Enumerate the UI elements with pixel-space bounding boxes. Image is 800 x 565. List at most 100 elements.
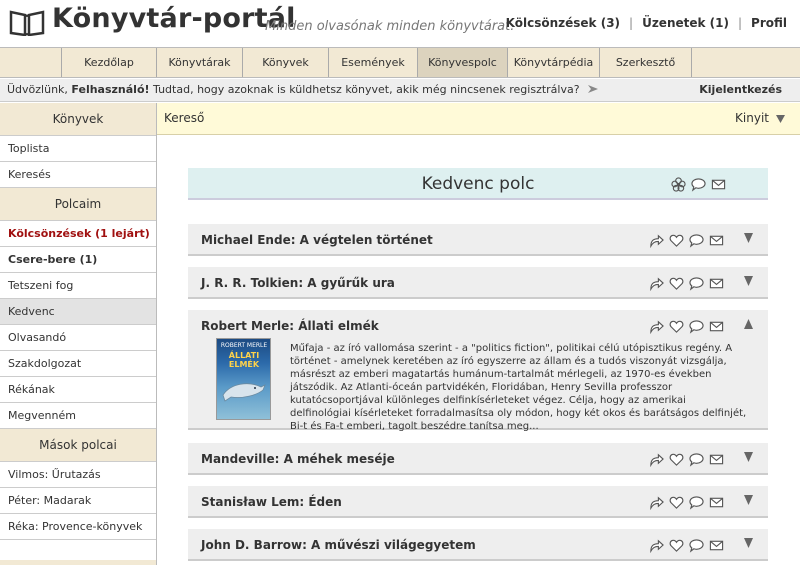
- search-expand-toggle[interactable]: Kinyit: [735, 111, 786, 125]
- sidebar-item-to-read[interactable]: Olvasandó: [0, 325, 156, 351]
- envelope-icon[interactable]: [709, 538, 724, 553]
- sidebar-item-toplist[interactable]: Toplista: [0, 136, 156, 162]
- sidebar-heading-others-shelves: Mások polcai: [0, 429, 156, 462]
- sidebar-item-swap[interactable]: Csere-bere (1): [0, 247, 156, 273]
- speech-bubble-icon[interactable]: [691, 177, 706, 192]
- heart-icon[interactable]: [669, 319, 684, 334]
- book-row[interactable]: Michael Ende: A végtelen történet: [188, 224, 768, 256]
- open-book-icon[interactable]: [9, 9, 45, 36]
- sidebar-item-would-buy[interactable]: Megvenném: [0, 403, 156, 429]
- share-arrow-icon[interactable]: [649, 319, 664, 334]
- book-actions: [649, 276, 724, 291]
- flower-icon[interactable]: [671, 177, 686, 192]
- triangle-down-icon[interactable]: [743, 493, 754, 506]
- triangle-down-icon[interactable]: [743, 274, 754, 287]
- greeting-text: Üdvözlünk,: [7, 83, 68, 96]
- speech-bubble-icon[interactable]: [689, 495, 704, 510]
- book-row[interactable]: John D. Barrow: A művészi világegyetem: [188, 529, 768, 561]
- speech-bubble-icon[interactable]: [689, 233, 704, 248]
- book-cover[interactable]: ROBERT MERLE ÁLLATI ELMÉK: [216, 338, 271, 420]
- logout-link[interactable]: Kijelentkezés: [699, 83, 782, 96]
- tab-home[interactable]: Kezdőlap: [61, 48, 157, 77]
- site-header: Könyvtár-portál Minden olvasónak minden …: [0, 0, 800, 46]
- share-arrow-icon[interactable]: [649, 276, 664, 291]
- sidebar-item-thesis[interactable]: Szakdolgozat: [0, 351, 156, 377]
- speech-bubble-icon[interactable]: [689, 276, 704, 291]
- heart-icon[interactable]: [669, 233, 684, 248]
- triangle-up-icon[interactable]: [743, 317, 754, 330]
- cover-author: ROBERT MERLE: [220, 342, 268, 349]
- sidebar-item-for-reka[interactable]: Rékának: [0, 377, 156, 403]
- sidebar-item-search[interactable]: Keresés: [0, 162, 156, 188]
- sidebar-item-favorite[interactable]: Kedvenc: [0, 299, 156, 325]
- shelf-header: Kedvenc polc: [188, 168, 768, 200]
- tab-editor[interactable]: Szerkesztő: [600, 48, 692, 77]
- sidebar-item-loans[interactable]: Kölcsönzések (1 lejárt): [0, 221, 156, 247]
- welcome-message: Üdvözlünk, Felhasználó! Tudtad, hogy azo…: [7, 83, 599, 96]
- tab-librarypedia[interactable]: Könyvtárpédia: [508, 48, 600, 77]
- book-actions: [649, 495, 724, 510]
- welcome-bar: Üdvözlünk, Felhasználó! Tudtad, hogy azo…: [0, 79, 800, 102]
- sidebar-filler: [0, 540, 156, 560]
- sidebar-item-will-like[interactable]: Tetszeni fog: [0, 273, 156, 299]
- speech-bubble-icon[interactable]: [689, 452, 704, 467]
- expand-label[interactable]: Kinyit: [735, 111, 769, 125]
- book-title[interactable]: Michael Ende: A végtelen történet: [201, 233, 433, 247]
- share-arrow-icon[interactable]: [649, 538, 664, 553]
- sidebar-item-reka[interactable]: Réka: Provence-könyvek: [0, 514, 156, 540]
- triangle-down-icon[interactable]: [743, 536, 754, 549]
- heart-icon[interactable]: [669, 452, 684, 467]
- triangle-down-icon[interactable]: [743, 450, 754, 463]
- heart-icon[interactable]: [669, 276, 684, 291]
- loans-link[interactable]: Kölcsönzések (3): [506, 16, 620, 30]
- heart-icon[interactable]: [669, 538, 684, 553]
- shelf-actions: [671, 177, 726, 192]
- tip-text[interactable]: Tudtad, hogy azoknak is küldhetsz könyve…: [153, 83, 580, 96]
- envelope-icon[interactable]: [711, 177, 726, 192]
- tab-bookshelf[interactable]: Könyvespolc: [418, 48, 508, 77]
- book-actions: [649, 233, 724, 248]
- triangle-down-icon[interactable]: [743, 231, 754, 244]
- book-row[interactable]: Stanisław Lem: Éden: [188, 486, 768, 518]
- envelope-icon[interactable]: [709, 276, 724, 291]
- search-label[interactable]: Kereső: [164, 111, 204, 125]
- messages-link[interactable]: Üzenetek (1): [642, 16, 729, 30]
- book-row[interactable]: J. R. R. Tolkien: A gyűrűk ura: [188, 267, 768, 299]
- share-arrow-icon[interactable]: [649, 452, 664, 467]
- cover-title: ÁLLATI ELMÉK: [228, 351, 260, 369]
- sidebar: Könyvek Toplista Keresés Polcaim Kölcsön…: [0, 103, 157, 565]
- envelope-icon[interactable]: [709, 319, 724, 334]
- triangle-down-icon[interactable]: [775, 113, 786, 124]
- top-user-links: Kölcsönzések (3) | Üzenetek (1) | Profil: [506, 16, 787, 30]
- book-actions: [649, 319, 724, 334]
- sidebar-heading-books: Könyvek: [0, 103, 156, 136]
- speech-bubble-icon[interactable]: [689, 319, 704, 334]
- book-row[interactable]: Mandeville: A méhek meséje: [188, 443, 768, 475]
- sidebar-item-peter[interactable]: Péter: Madarak: [0, 488, 156, 514]
- site-tagline: Minden olvasónak minden könyvtárat.: [265, 19, 515, 34]
- sidebar-item-vilmos[interactable]: Vilmos: Űrutazás: [0, 462, 156, 488]
- share-arrow-icon[interactable]: [649, 495, 664, 510]
- book-title[interactable]: Mandeville: A méhek meséje: [201, 452, 395, 466]
- book-title[interactable]: J. R. R. Tolkien: A gyűrűk ura: [201, 276, 395, 290]
- book-title[interactable]: Robert Merle: Állati elmék: [201, 319, 379, 333]
- book-row-expanded[interactable]: Robert Merle: Állati elmék ROBERT MERLE …: [188, 310, 768, 432]
- site-title[interactable]: Könyvtár-portál: [52, 3, 296, 34]
- tab-books[interactable]: Könyvek: [243, 48, 329, 77]
- speech-bubble-icon[interactable]: [689, 538, 704, 553]
- arrow-right-icon[interactable]: [587, 84, 599, 94]
- heart-icon[interactable]: [669, 495, 684, 510]
- envelope-icon[interactable]: [709, 495, 724, 510]
- envelope-icon[interactable]: [709, 452, 724, 467]
- share-arrow-icon[interactable]: [649, 233, 664, 248]
- book-title[interactable]: Stanisław Lem: Éden: [201, 495, 342, 509]
- search-bar: Kereső Kinyit: [157, 103, 800, 135]
- envelope-icon[interactable]: [709, 233, 724, 248]
- book-actions: [649, 538, 724, 553]
- book-title[interactable]: John D. Barrow: A művészi világegyetem: [201, 538, 476, 552]
- tab-libraries[interactable]: Könyvtárak: [157, 48, 243, 77]
- tab-events[interactable]: Események: [329, 48, 418, 77]
- main-navigation: Kezdőlap Könyvtárak Könyvek Események Kö…: [0, 47, 800, 78]
- profile-link[interactable]: Profil: [751, 16, 787, 30]
